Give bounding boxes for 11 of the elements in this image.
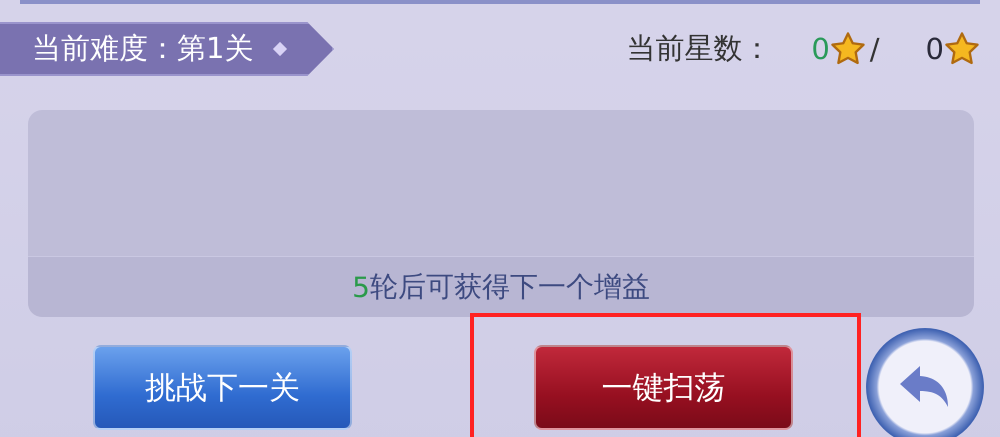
separator: / bbox=[870, 32, 880, 66]
difficulty-label: 当前难度：第1关 bbox=[32, 30, 254, 67]
action-button[interactable]: 一键扫荡 bbox=[534, 345, 793, 430]
star-icon bbox=[944, 32, 980, 66]
star-count: 0 bbox=[811, 32, 830, 66]
buff-text: 轮后可获得下一个增益 bbox=[370, 269, 650, 305]
round-count: 5 bbox=[352, 270, 370, 304]
star-icon bbox=[830, 32, 866, 66]
action-button[interactable]: 挑战下一关 bbox=[93, 345, 352, 430]
stars-label: 当前星数： bbox=[626, 30, 772, 67]
star-total: 0 bbox=[926, 32, 944, 66]
